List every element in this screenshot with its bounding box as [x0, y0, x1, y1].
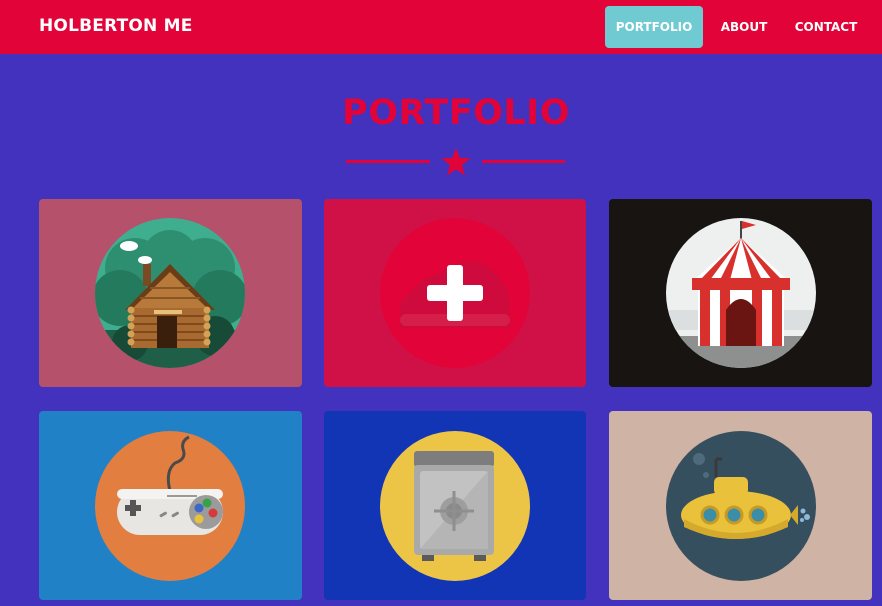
game-controller-icon — [95, 431, 245, 581]
nav-contact[interactable]: CONTACT — [786, 6, 866, 48]
star-icon — [441, 148, 471, 176]
portfolio-card-safe[interactable] — [324, 411, 586, 600]
portfolio-card-controller[interactable] — [39, 411, 302, 600]
nav-about[interactable]: ABOUT — [712, 6, 776, 48]
circus-tent-icon — [666, 218, 816, 368]
plus-icon — [380, 218, 530, 368]
brand-logo[interactable]: HOLBERTON ME — [39, 16, 193, 36]
submarine-icon — [666, 431, 816, 581]
portfolio-card-circus[interactable] — [609, 199, 872, 387]
portfolio-card-submarine[interactable] — [609, 411, 872, 600]
portfolio-card-cabin[interactable] — [39, 199, 302, 387]
section-title: PORTFOLIO — [342, 93, 570, 133]
divider-line-right — [482, 160, 565, 163]
nav-portfolio[interactable]: PORTFOLIO — [605, 6, 703, 48]
log-cabin-icon — [95, 218, 245, 368]
divider-line-left — [346, 160, 430, 163]
safe-icon — [380, 431, 530, 581]
portfolio-card-add[interactable] — [324, 199, 586, 387]
navbar: HOLBERTON ME PORTFOLIO ABOUT CONTACT — [0, 0, 882, 54]
